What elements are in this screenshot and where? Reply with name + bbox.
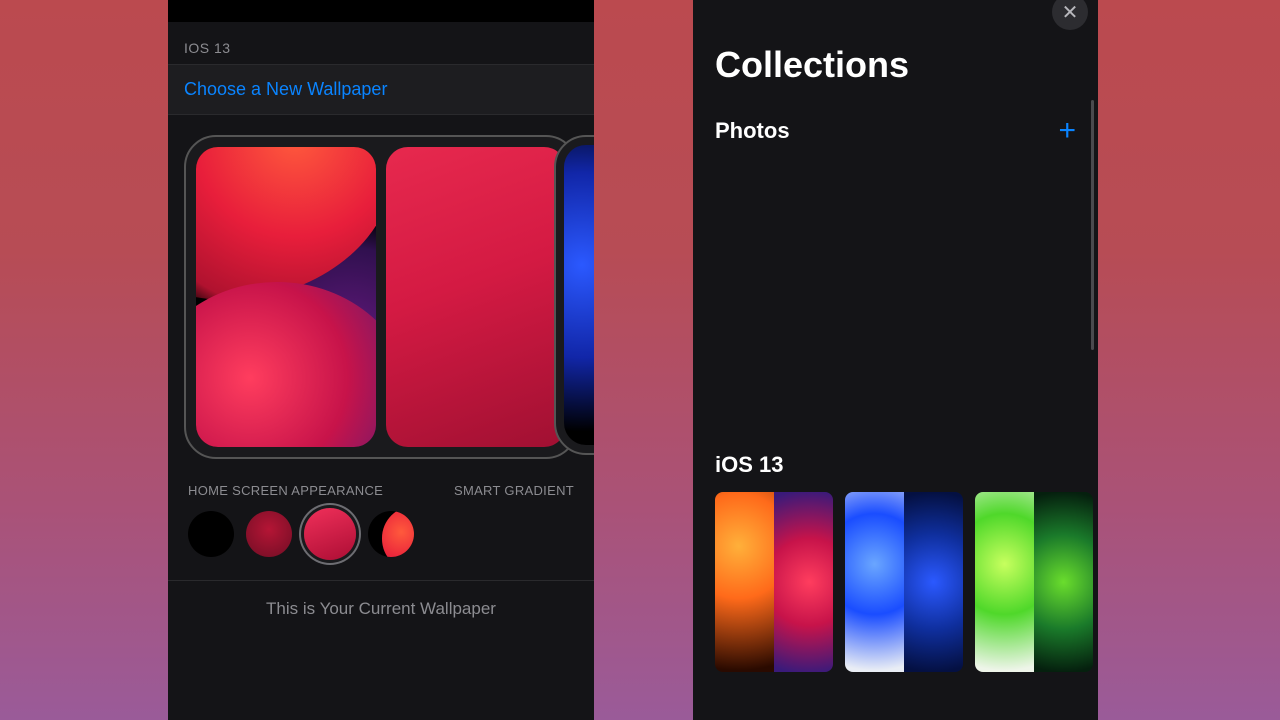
swatch-gradient-selected[interactable]: [304, 508, 356, 560]
wallpaper-thumbnails: [693, 492, 1098, 672]
lockscreen-preview: [196, 147, 376, 447]
choose-new-wallpaper-link[interactable]: Choose a New Wallpaper: [168, 64, 594, 115]
wallpaper-preview-card[interactable]: [184, 135, 578, 459]
swatch-original[interactable]: [368, 511, 414, 557]
status-bar: [168, 0, 594, 22]
wallpaper-thumb-green[interactable]: [975, 492, 1093, 672]
collections-title: Collections: [693, 0, 1098, 96]
appearance-swatches: [168, 508, 594, 580]
section-label-ios13: IOS 13: [168, 22, 594, 64]
current-wallpaper-footer: This is Your Current Wallpaper: [168, 580, 594, 637]
wallpaper-thumb-orange-red[interactable]: [715, 492, 833, 672]
photos-label: Photos: [715, 118, 790, 144]
smart-gradient-label: SMART GRADIENT: [454, 483, 574, 498]
home-appearance-label: HOME SCREEN APPEARANCE: [188, 483, 383, 498]
homescreen-preview: [386, 147, 566, 447]
close-icon: ✕: [1062, 0, 1079, 25]
appearance-labels: HOME SCREEN APPEARANCE SMART GRADIENT: [168, 459, 594, 508]
swatch-dim-wallpaper[interactable]: [246, 511, 292, 557]
add-photos-button[interactable]: +: [1058, 116, 1076, 146]
scroll-indicator: [1091, 100, 1094, 350]
photos-row[interactable]: Photos +: [693, 96, 1098, 152]
swatch-black[interactable]: [188, 511, 234, 557]
collection-section-ios13: iOS 13: [693, 152, 1098, 492]
wallpaper-thumb-blue[interactable]: [845, 492, 963, 672]
wallpaper-settings-screen: IOS 13 Choose a New Wallpaper HOME SCREE…: [168, 0, 594, 720]
next-wallpaper-peek[interactable]: [554, 135, 594, 455]
collections-screen: ✕ Collections Photos + iOS 13: [693, 0, 1098, 720]
